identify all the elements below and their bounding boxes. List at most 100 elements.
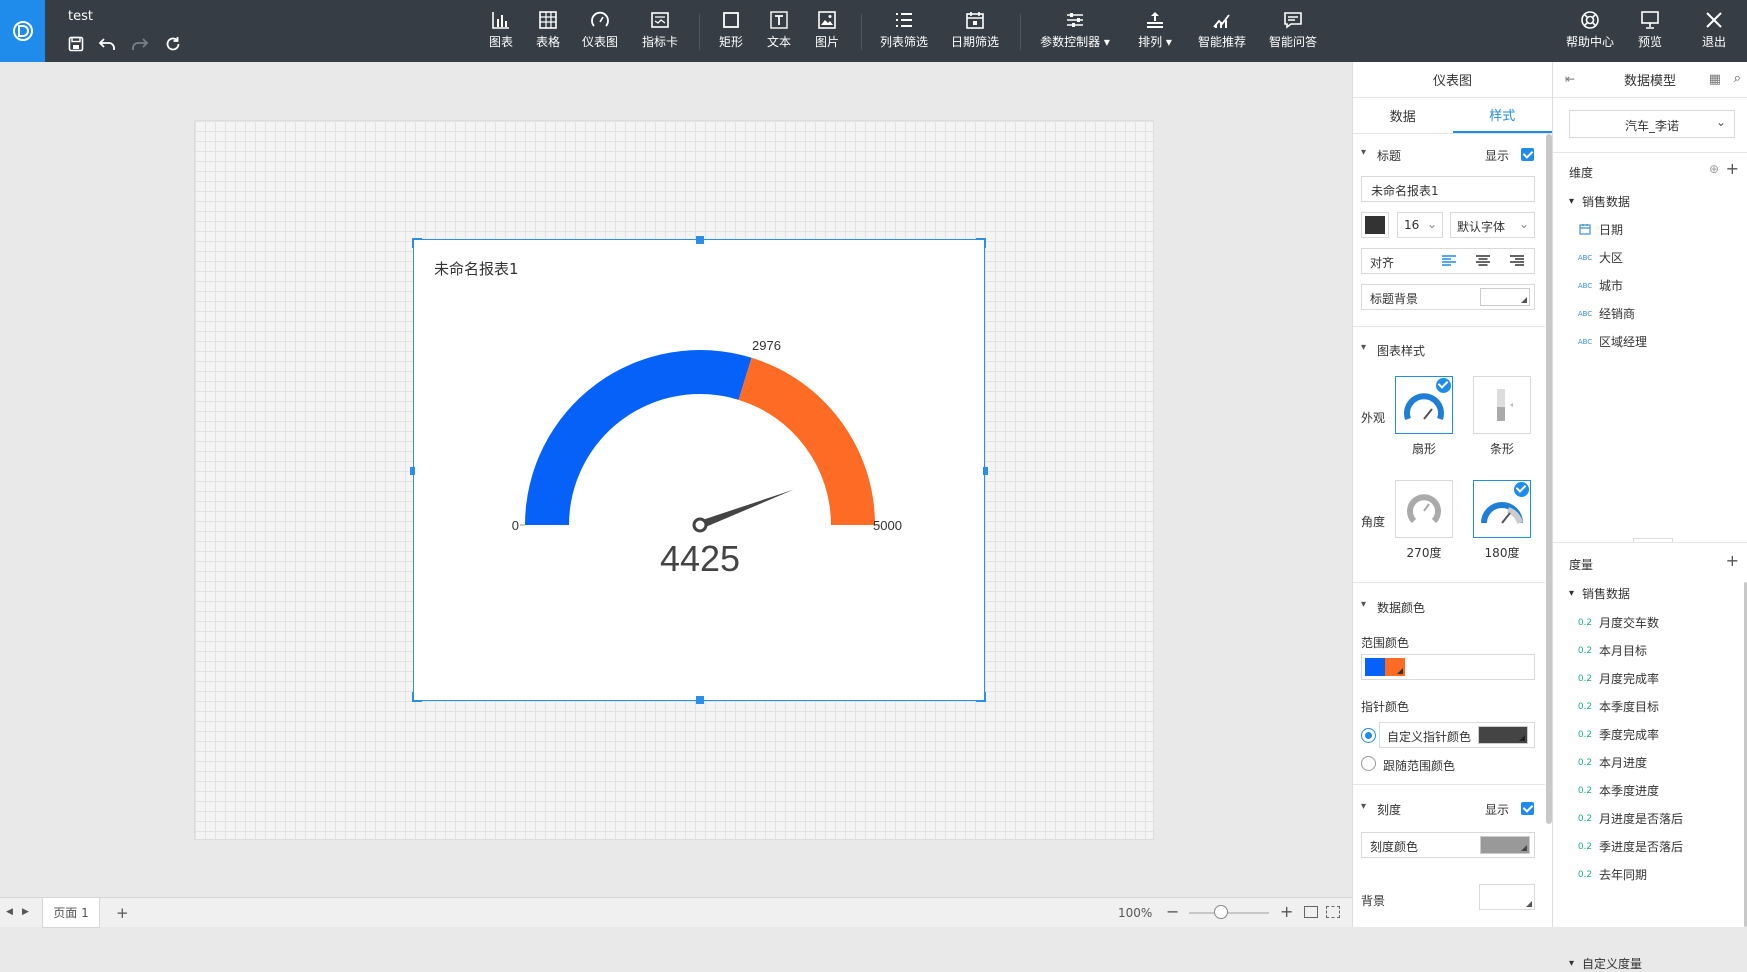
scale-chevron-icon[interactable]: ▾ (1361, 801, 1366, 812)
page-tab[interactable]: 页面 1 (42, 898, 100, 928)
follow-range-radio[interactable] (1361, 756, 1376, 771)
chart-style-chevron-icon[interactable]: ▾ (1361, 342, 1366, 353)
toolbar-gauge[interactable]: 仪表图 (580, 10, 620, 56)
resize-handle-left[interactable] (410, 467, 415, 475)
needle-color-label: 指针颜色 (1361, 700, 1410, 714)
title-show-checkbox[interactable] (1521, 148, 1534, 161)
measure-item[interactable]: 0.2 月度交车数 (1577, 614, 1659, 631)
toolbar-smart-recommend[interactable]: 智能推荐 (1195, 10, 1249, 56)
scale-color-picker[interactable] (1480, 836, 1530, 854)
measure-item[interactable]: 0.2 本月目标 (1577, 642, 1647, 659)
align-center-icon[interactable] (1476, 255, 1490, 267)
toolbar-table[interactable]: 表格 (533, 10, 563, 56)
title-background-color-picker[interactable] (1480, 288, 1530, 306)
resize-handle-top[interactable] (696, 236, 704, 244)
collapse-panel-icon[interactable]: ⇤ (1565, 72, 1575, 86)
toolbar-separator (861, 14, 862, 50)
measure-item[interactable]: 0.2 月进度是否落后 (1577, 810, 1683, 827)
resize-handle-right[interactable] (983, 467, 988, 475)
measure-item[interactable]: 0.2 本季度进度 (1577, 782, 1659, 799)
title-section-chevron-icon[interactable]: ▾ (1361, 147, 1366, 158)
fit-page-icon[interactable] (1326, 906, 1340, 918)
dimension-item[interactable]: 日期 (1577, 221, 1623, 238)
title-font-family-select[interactable]: 默认字体 ⌄ (1450, 212, 1535, 238)
needle-color-picker[interactable] (1478, 726, 1528, 744)
toolbar-arrange[interactable]: 排列 ▾ (1133, 10, 1177, 56)
zoom-in-icon[interactable]: + (1280, 902, 1293, 921)
text-field-icon: ABC (1577, 281, 1593, 290)
redo-button[interactable] (130, 34, 150, 54)
globe-icon[interactable]: ⊕ (1709, 162, 1719, 176)
range-color-picker[interactable] (1361, 654, 1535, 680)
title-color-picker[interactable] (1361, 212, 1389, 238)
toolbar-rectangle[interactable]: 矩形 (716, 10, 746, 56)
dimension-group[interactable]: ▾ 销售数据 (1569, 193, 1630, 210)
gauge-widget[interactable]: 未命名报表1 0 5000 2976 4425 (410, 236, 988, 704)
title-font-size-select[interactable]: 16 ⌄ (1397, 212, 1443, 238)
measure-group[interactable]: ▾ 销售数据 (1569, 585, 1630, 602)
page-prev-icon[interactable]: ◀ (6, 907, 13, 917)
toolbar-text[interactable]: 文本 (764, 10, 794, 56)
dimension-item[interactable]: ABC 区域经理 (1577, 333, 1647, 350)
range-color-2-swatch[interactable] (1385, 658, 1405, 676)
measure-item[interactable]: 0.2 季进度是否落后 (1577, 838, 1683, 855)
gauge-range-1-arc (525, 349, 752, 525)
add-page-button[interactable]: + (116, 904, 129, 922)
title-show-label: 显示 (1485, 149, 1510, 163)
measure-item[interactable]: 0.2 本季度目标 (1577, 698, 1659, 715)
picker-corner-icon (1521, 845, 1527, 851)
zoom-slider-track[interactable] (1189, 912, 1269, 914)
page-next-icon[interactable]: ▶ (22, 907, 29, 917)
resize-handle-bottom[interactable] (696, 696, 704, 704)
dimension-item[interactable]: ABC 城市 (1577, 277, 1623, 294)
toolbar-list-filter[interactable]: 列表筛选 (877, 10, 931, 56)
appearance-option-sector[interactable] (1395, 376, 1453, 434)
measure-item[interactable]: 0.2 季度完成率 (1577, 726, 1659, 743)
app-logo[interactable] (0, 0, 45, 62)
search-icon[interactable]: ⌕ (1734, 71, 1741, 86)
add-measure-icon[interactable]: + (1726, 551, 1739, 570)
measure-item[interactable]: 0.2 月度完成率 (1577, 670, 1659, 687)
toolbar-help-center[interactable]: 帮助中心 (1563, 10, 1617, 56)
toolbar-preview[interactable]: 预览 (1636, 10, 1664, 56)
toolbar-smart-qa[interactable]: 智能问答 (1266, 10, 1320, 56)
refresh-button[interactable] (163, 34, 183, 54)
toolbar-kpi-card[interactable]: 指标卡 (640, 10, 680, 56)
toolbar-date-filter[interactable]: 日期筛选 (948, 10, 1002, 56)
data-color-chevron-icon[interactable]: ▾ (1361, 599, 1366, 610)
add-dimension-icon[interactable]: + (1726, 159, 1739, 178)
custom-needle-radio[interactable] (1361, 728, 1376, 743)
table-view-icon[interactable]: ▦ (1709, 72, 1721, 87)
custom-measure-group[interactable]: ▾ 自定义度量 (1569, 955, 1642, 972)
scale-show-checkbox[interactable] (1521, 802, 1534, 815)
fit-width-icon[interactable] (1304, 906, 1318, 918)
appearance-option-bar[interactable] (1473, 376, 1531, 434)
toolbar-chart[interactable]: 图表 (486, 10, 516, 56)
resize-handle-top-left[interactable] (412, 238, 422, 248)
background-color-picker[interactable] (1479, 884, 1535, 910)
dimension-item[interactable]: ABC 大区 (1577, 249, 1623, 266)
resize-handle-bottom-right[interactable] (976, 692, 986, 702)
toolbar-exit[interactable]: 退出 (1700, 10, 1728, 56)
resize-handle-top-right[interactable] (976, 238, 986, 248)
dataset-select[interactable]: 汽车_李诺 ⌄ (1569, 110, 1735, 138)
measure-item[interactable]: 0.2 去年同期 (1577, 866, 1647, 883)
numeric-field-icon: 0.2 (1577, 645, 1593, 656)
toolbar-param-controller[interactable]: 参数控制器 ▾ (1038, 10, 1112, 56)
save-button[interactable] (66, 34, 86, 54)
range-color-1-swatch[interactable] (1365, 658, 1385, 676)
align-right-icon[interactable] (1510, 255, 1524, 267)
resize-handle-bottom-left[interactable] (412, 692, 422, 702)
tab-data[interactable]: 数据 (1353, 98, 1453, 133)
title-text-input[interactable]: 未命名报表1 (1361, 176, 1535, 202)
toolbar-image[interactable]: 图片 (812, 10, 842, 56)
align-left-icon[interactable] (1442, 255, 1456, 267)
tab-style[interactable]: 样式 (1452, 98, 1552, 133)
zoom-slider-handle[interactable] (1214, 905, 1228, 919)
dimension-item[interactable]: ABC 经销商 (1577, 305, 1635, 322)
measure-item[interactable]: 0.2 本月进度 (1577, 754, 1647, 771)
zoom-out-icon[interactable]: − (1166, 902, 1179, 921)
angle-option-180[interactable] (1473, 480, 1531, 538)
angle-option-270[interactable] (1395, 480, 1453, 538)
undo-button[interactable] (97, 34, 117, 54)
